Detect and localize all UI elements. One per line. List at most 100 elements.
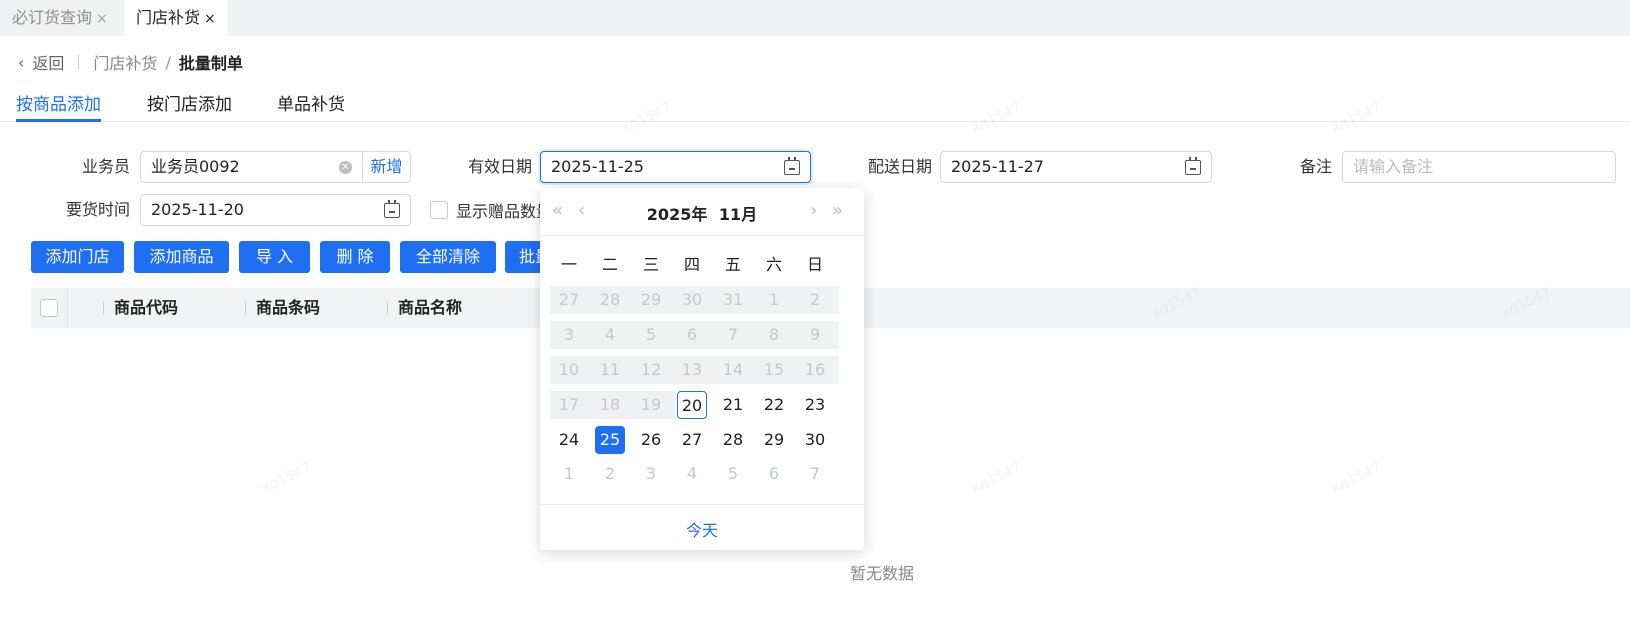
valid-date-picker[interactable]: 2025-11-25 [540, 151, 811, 183]
column-divider [387, 301, 388, 315]
salesman-label: 业务员 [81, 157, 130, 176]
close-icon[interactable]: × [204, 11, 216, 27]
delivery-date-value: 2025-11-27 [951, 157, 1044, 176]
tab-store-replenish[interactable]: 门店补货 × [124, 0, 228, 36]
chevron-left-icon: ‹ [18, 52, 25, 72]
tab-label: 必订货查询 [12, 8, 93, 27]
calendar-day: 4 [686, 464, 698, 483]
request-time-picker[interactable]: 2025-11-20 [140, 194, 411, 226]
calendar-day: 5 [645, 325, 657, 344]
calendar-day: 28 [599, 290, 621, 309]
next-year-button[interactable]: » [832, 200, 843, 221]
calendar-day[interactable]: 28 [718, 426, 748, 454]
watermark: xq1547 [1329, 460, 1384, 497]
show-gift-label: 显示赠品数量 [456, 202, 542, 221]
calendar-day: 16 [804, 360, 826, 379]
date-picker-header: « ‹ 2025年 11月 › » [540, 188, 864, 236]
calendar-day[interactable]: 30 [800, 426, 830, 454]
watermark: xq1547 [969, 460, 1024, 497]
month-select[interactable]: 11月 [719, 205, 757, 224]
calendar-day: 8 [768, 325, 780, 344]
date-picker-footer: 今天 [540, 504, 864, 550]
column-product-name[interactable]: 商品名称 [398, 288, 462, 328]
calendar-day[interactable]: 26 [636, 426, 666, 454]
next-month-button[interactable]: › [810, 200, 817, 221]
remark-label: 备注 [1299, 157, 1332, 176]
calendar-day[interactable]: 27 [677, 426, 707, 454]
request-time-value: 2025-11-20 [151, 200, 244, 219]
remark-placeholder: 请输入备注 [1353, 157, 1434, 176]
calendar-day[interactable]: 21 [718, 391, 748, 419]
year-select[interactable]: 2025年 [647, 205, 708, 224]
calendar-day: 30 [681, 290, 703, 309]
weekday-header: 四 [683, 255, 700, 274]
calendar-day: 29 [640, 290, 662, 309]
salesman-select[interactable]: 业务员0092 ✕ 新增 [140, 151, 411, 183]
request-time-label: 要货时间 [65, 200, 130, 219]
breadcrumb: ‹ 返回 门店补货 / 批量制单 [18, 50, 243, 74]
back-label: 返回 [32, 54, 65, 73]
weekday-header: 一 [560, 255, 577, 274]
delivery-date-picker[interactable]: 2025-11-27 [940, 151, 1212, 183]
divider [67, 288, 68, 328]
calendar-day: 18 [599, 395, 621, 414]
calendar-day: 6 [686, 325, 698, 344]
weekday-header: 六 [765, 255, 782, 274]
watermark: xq1547 [259, 460, 314, 497]
today-button[interactable]: 今天 [540, 517, 864, 541]
valid-date-label: 有效日期 [467, 157, 532, 176]
close-icon[interactable]: × [96, 11, 108, 27]
empty-state-text: 暂无数据 [850, 564, 915, 583]
calendar-icon [1185, 157, 1201, 175]
clear-icon[interactable]: ✕ [339, 161, 352, 174]
calendar-day: 17 [558, 395, 580, 414]
breadcrumb-separator: / [165, 52, 171, 72]
calendar-day: 3 [563, 325, 575, 344]
add-salesman-button[interactable]: 新增 [362, 152, 410, 182]
calendar-day: 4 [604, 325, 616, 344]
delivery-date-label: 配送日期 [867, 157, 932, 176]
calendar-icon [784, 157, 800, 175]
remark-input[interactable]: 请输入备注 [1342, 151, 1616, 183]
calendar-day: 2 [604, 464, 616, 483]
subtab-single-item[interactable]: 单品补货 [277, 90, 345, 122]
subtab-by-store[interactable]: 按门店添加 [147, 90, 232, 122]
batch-button[interactable]: 批量 [505, 241, 545, 273]
calendar-day[interactable]: 29 [759, 426, 789, 454]
calendar-day: 1 [768, 290, 780, 309]
calendar-day: 7 [809, 464, 821, 483]
calendar-day: 13 [681, 360, 703, 379]
calendar-day: 31 [722, 290, 744, 309]
import-button[interactable]: 导 入 [239, 241, 310, 273]
calendar-day-today[interactable]: 20 [677, 391, 707, 419]
breadcrumb-current: 批量制单 [178, 54, 243, 73]
weekday-header: 五 [724, 255, 741, 274]
back-button[interactable]: ‹ 返回 [18, 50, 64, 74]
calendar-day: 12 [640, 360, 662, 379]
select-all-checkbox[interactable] [40, 299, 58, 317]
subtab-by-product[interactable]: 按商品添加 [16, 90, 101, 122]
calendar-day[interactable]: 22 [759, 391, 789, 419]
calendar-day: 15 [763, 360, 785, 379]
tab-must-order-query[interactable]: 必订货查询 × [0, 0, 120, 36]
calendar-day-selected[interactable]: 25 [595, 426, 625, 454]
add-product-button[interactable]: 添加商品 [134, 241, 229, 273]
delete-button[interactable]: 删 除 [320, 241, 390, 273]
checkbox[interactable] [430, 201, 448, 219]
column-product-code[interactable]: 商品代码 [114, 288, 178, 328]
tab-label: 门店补货 [136, 8, 201, 27]
calendar-day[interactable]: 23 [800, 391, 830, 419]
calendar-day: 14 [722, 360, 744, 379]
date-picker-popup: « ‹ 2025年 11月 › » 一二三四五六日 27 28 29 30 31 1 2 3 4 5… [540, 188, 864, 550]
show-gift-checkbox[interactable]: 显示赠品数量 [430, 198, 542, 222]
calendar-day[interactable]: 24 [554, 426, 584, 454]
column-product-barcode[interactable]: 商品条码 [256, 288, 320, 328]
weekday-header: 日 [806, 255, 823, 274]
calendar-day: 7 [727, 325, 739, 344]
salesman-value: 业务员0092 [151, 157, 240, 176]
breadcrumb-parent[interactable]: 门店补货 [93, 50, 157, 74]
clear-all-button[interactable]: 全部清除 [400, 241, 496, 273]
weekday-header: 二 [601, 255, 618, 274]
calendar-day: 19 [640, 395, 662, 414]
add-store-button[interactable]: 添加门店 [31, 241, 124, 273]
